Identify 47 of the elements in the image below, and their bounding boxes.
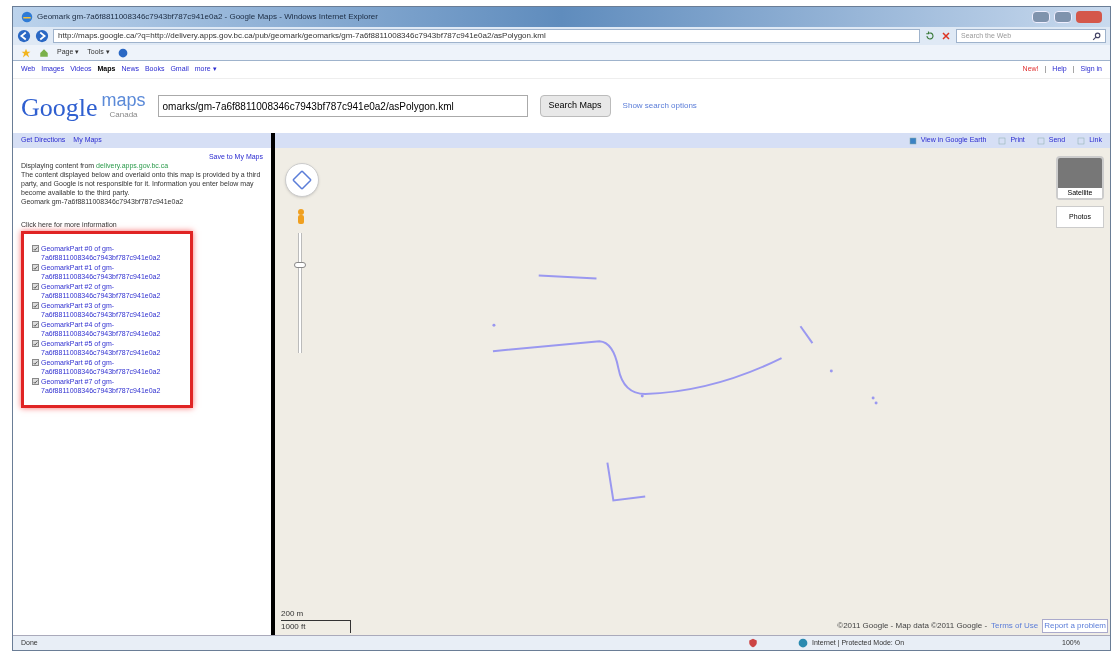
check-icon <box>33 245 38 252</box>
pan-control[interactable] <box>285 163 319 197</box>
home-icon <box>39 47 49 58</box>
address-field[interactable]: http://maps.google.ca/?q=http://delivery.apps.gov.bc.ca/pub/geomark/geomarks/gm-7a6f8811008346c7943bf787c941e0a2/asPolygon.kml <box>53 29 920 43</box>
layer-checkbox[interactable] <box>32 378 39 385</box>
back-icon <box>17 29 31 43</box>
stop-icon <box>940 30 952 42</box>
globe-icon <box>798 638 808 648</box>
maximize-button[interactable] <box>1054 11 1072 23</box>
address-url: http://maps.google.ca/?q=http://delivery.apps.gov.bc.ca/pub/geomark/geomarks/gm-7a6f8811008346c7943bf787c941e0a2/asPolygon.kml <box>58 30 546 42</box>
scale-bar: 1000 ft <box>281 620 351 633</box>
search-options-link[interactable]: Show search options <box>622 100 697 112</box>
refresh-icon <box>924 30 936 42</box>
copyright-text: ©2011 Google - Map data ©2011 Google - <box>837 620 988 632</box>
check-icon <box>33 359 38 366</box>
check-icon <box>33 340 38 347</box>
check-icon <box>33 302 38 309</box>
slider-thumb[interactable] <box>294 261 306 268</box>
scale-label: 200 m <box>281 608 305 620</box>
google-logo: Google <box>21 95 98 121</box>
maps-logo: maps <box>101 91 146 109</box>
terms-link[interactable]: Terms of Use <box>991 620 1039 632</box>
search-field[interactable]: omarks/gm-7a6f8811008346c7943bf787c941e0a2/asPolygon.kml <box>157 95 528 117</box>
layer-checkbox[interactable] <box>32 359 39 366</box>
layer-checkbox[interactable] <box>32 264 39 271</box>
layer-checkbox[interactable] <box>32 283 39 290</box>
window-title: Geomark gm-7a6f8811008346c7943bf787c941e0a2 - Google Maps - Windows Internet Explorer <box>37 11 378 23</box>
search-maps-button[interactable]: Search Maps <box>539 95 611 117</box>
layer-checkbox[interactable] <box>32 321 39 328</box>
check-icon <box>33 321 38 328</box>
check-icon <box>33 378 38 385</box>
minimize-button[interactable] <box>1032 11 1050 23</box>
region-label: Canada <box>108 110 139 121</box>
forward-icon <box>35 29 49 43</box>
report-link[interactable]: Report a problem <box>1042 619 1108 633</box>
check-icon <box>33 283 38 290</box>
layer-checkbox[interactable] <box>32 302 39 309</box>
shield-icon <box>748 638 758 648</box>
arrows-icon <box>290 168 314 192</box>
browser-icon <box>21 11 33 23</box>
check-icon <box>33 264 38 271</box>
star-icon <box>21 47 31 58</box>
layer-checkbox[interactable] <box>32 245 39 252</box>
search-value: omarks/gm-7a6f8811008346c7943bf787c941e0a2/asPolygon.kml <box>162 99 454 114</box>
search-icon <box>1092 31 1101 41</box>
layer-checkbox[interactable] <box>32 340 39 347</box>
zoom-slider[interactable] <box>293 233 307 353</box>
